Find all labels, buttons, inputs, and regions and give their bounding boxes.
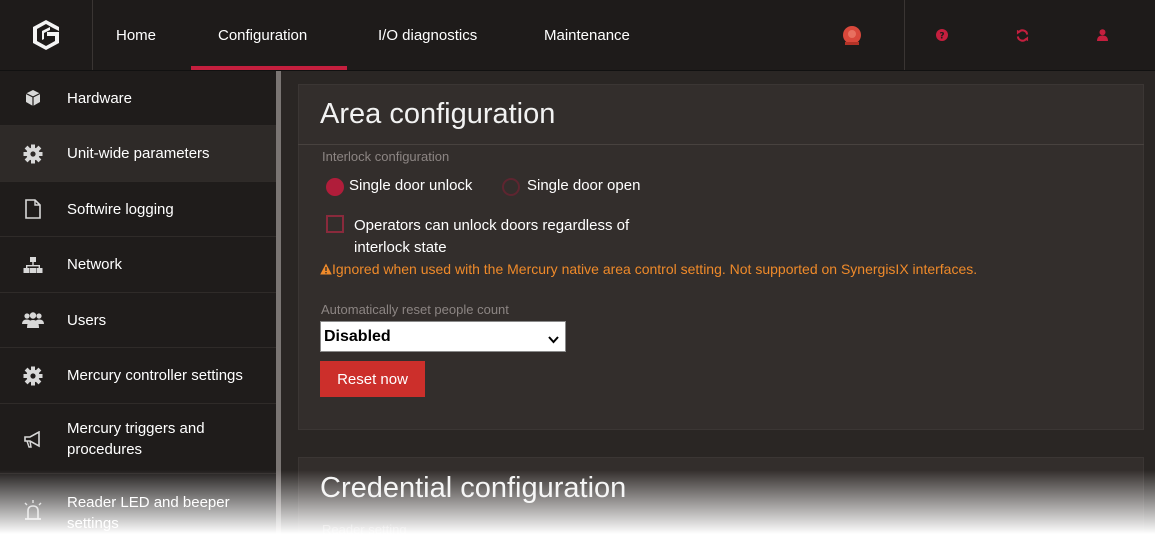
auto-reset-select-value: Disabled	[324, 327, 391, 345]
megaphone-icon	[22, 429, 44, 451]
warning-icon	[320, 263, 332, 275]
cube-icon	[22, 87, 44, 109]
nav-maintenance[interactable]: Maintenance	[544, 0, 630, 70]
radio-single-door-open-label[interactable]: Single door open	[527, 177, 640, 194]
nav-configuration[interactable]: Configuration	[218, 0, 307, 70]
sidebar-item-network[interactable]: Network	[0, 237, 276, 293]
sidebar-item-label: Reader LED and beeper settings	[67, 494, 230, 532]
sidebar-scrollbar[interactable]	[276, 71, 281, 534]
radio-single-door-unlock[interactable]	[326, 178, 344, 196]
gear-icon	[22, 365, 44, 387]
refresh-icon[interactable]	[1010, 0, 1034, 70]
radio-single-door-unlock-label[interactable]: Single door unlock	[349, 177, 472, 194]
user-icon[interactable]	[1090, 0, 1114, 70]
document-icon	[22, 198, 44, 220]
nav-active-indicator	[191, 66, 347, 70]
nav-maintenance-label: Maintenance	[544, 26, 630, 44]
reader-setting-label: Reader setting	[322, 522, 407, 534]
nav-io-diagnostics-label: I/O diagnostics	[378, 26, 478, 44]
sidebar-item-mercury-triggers-and-procedures[interactable]: Mercury triggers and procedures	[0, 404, 276, 474]
alarm-bell-icon[interactable]	[834, 0, 870, 70]
sidebar: Hardware Unit-wide parameters Softwire l…	[0, 71, 280, 534]
sidebar-item-reader-led-and-beeper-settings[interactable]: Reader LED and beeper settings	[0, 474, 276, 534]
sidebar-item-label: Users	[67, 312, 107, 329]
nav-home-label: Home	[116, 26, 157, 44]
operators-unlock-checkbox[interactable]	[326, 215, 344, 233]
sidebar-item-users[interactable]: Users	[0, 293, 276, 348]
gear-icon	[22, 143, 44, 165]
svg-text:?: ?	[939, 32, 944, 42]
auto-reset-people-count-label: Automatically reset people count	[321, 302, 509, 317]
sidebar-item-label: Mercury triggers and procedures	[67, 420, 205, 458]
chevron-down-icon	[548, 331, 559, 349]
credential-configuration-title: Credential configuration	[320, 472, 627, 504]
sidebar-item-label: Mercury controller settings	[67, 367, 243, 384]
radio-single-door-open[interactable]	[502, 178, 520, 196]
reset-now-button-label: Reset now	[337, 370, 408, 388]
reset-now-button[interactable]: Reset now	[320, 361, 425, 397]
interlock-configuration-label: Interlock configuration	[322, 149, 450, 164]
nav-configuration-label: Configuration	[218, 26, 308, 44]
nav-home[interactable]: Home	[116, 0, 156, 70]
sidebar-item-label: Hardware	[67, 90, 133, 107]
top-navigation-bar: Home Configuration I/O diagnostics Maint…	[0, 0, 1155, 71]
toolbar-divider	[904, 0, 905, 70]
warning-text: Ignored when used with the Mercury nativ…	[332, 261, 978, 277]
alarm-light-icon	[22, 499, 44, 521]
sidebar-item-hardware[interactable]: Hardware	[0, 71, 276, 126]
users-icon	[22, 309, 44, 331]
auto-reset-select[interactable]: Disabled	[320, 321, 566, 352]
checkbox-label-line1: Operators can unlock doors regardless of	[354, 217, 630, 234]
checkbox-label-line2: interlock state	[354, 239, 447, 256]
genetec-logo-icon[interactable]	[0, 0, 93, 70]
network-icon	[22, 254, 44, 276]
divider	[298, 144, 1144, 145]
sidebar-item-softwire-logging[interactable]: Softwire logging	[0, 182, 276, 237]
sidebar-item-label: Network	[67, 256, 123, 273]
sidebar-item-mercury-controller-settings[interactable]: Mercury controller settings	[0, 348, 276, 404]
sidebar-item-unit-wide-parameters[interactable]: Unit-wide parameters	[0, 126, 276, 182]
operators-unlock-checkbox-label[interactable]: Operators can unlock doors regardless of…	[354, 215, 629, 259]
sidebar-item-label: Softwire logging	[67, 201, 174, 218]
app-window: Home Configuration I/O diagnostics Maint…	[0, 0, 1155, 534]
nav-io-diagnostics[interactable]: I/O diagnostics	[378, 0, 477, 70]
warning-message: Ignored when used with the Mercury nativ…	[320, 261, 977, 277]
sidebar-item-label: Unit-wide parameters	[67, 145, 210, 162]
help-icon[interactable]: ?	[930, 0, 954, 70]
area-configuration-title: Area configuration	[320, 98, 556, 130]
